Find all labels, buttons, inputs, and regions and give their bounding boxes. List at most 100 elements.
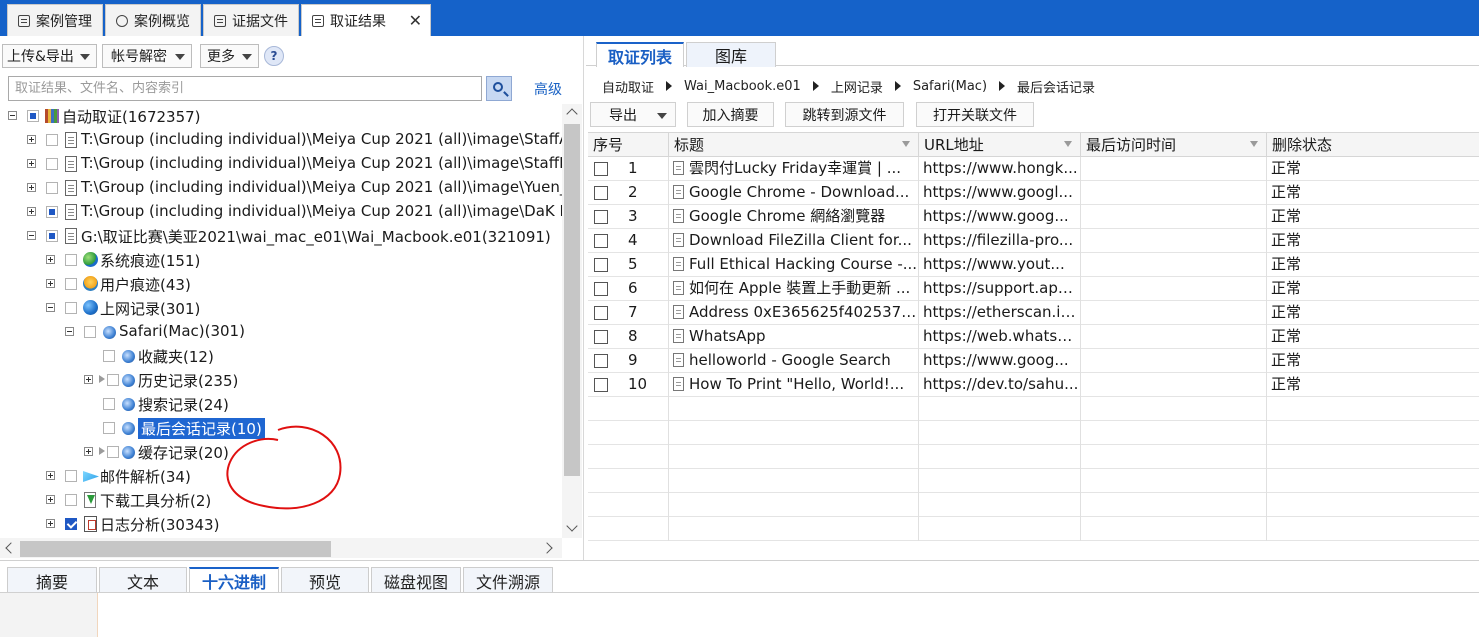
tab-text[interactable]: 文本: [99, 567, 187, 593]
tab-case-management[interactable]: 案例管理: [7, 4, 103, 36]
jump-to-source-button[interactable]: 跳转到源文件: [785, 102, 904, 127]
row-checkbox[interactable]: [594, 258, 608, 272]
scroll-thumb[interactable]: [20, 541, 331, 557]
table-row[interactable]: 10 How To Print "Hello, World!... https:…: [588, 373, 1479, 397]
tree-checkbox[interactable]: [46, 206, 58, 218]
chevron-down-icon[interactable]: [566, 520, 578, 532]
tree-checkbox[interactable]: [27, 110, 39, 122]
table-row[interactable]: 8 WhatsApp https://web.whatsa... 正常: [588, 325, 1479, 349]
row-checkbox[interactable]: [594, 354, 608, 368]
add-summary-button[interactable]: 加入摘要: [687, 102, 774, 127]
tree-checkbox[interactable]: [46, 134, 58, 146]
chevron-up-icon[interactable]: [566, 108, 578, 120]
tree-checkbox[interactable]: [65, 254, 77, 266]
table-row[interactable]: 9 helloworld - Google Search https://www…: [588, 349, 1479, 373]
tree-checkbox[interactable]: [107, 374, 119, 386]
breadcrumb-item[interactable]: 上网记录: [831, 77, 883, 96]
scroll-thumb[interactable]: [564, 124, 580, 476]
table-row[interactable]: 4 Download FileZilla Client for... https…: [588, 229, 1479, 253]
tree-node-image[interactable]: T:\Group (including individual)\Meiya Cu…: [0, 152, 562, 176]
tab-evidence-list[interactable]: 取证列表: [596, 42, 684, 67]
tree-vertical-scrollbar[interactable]: [562, 104, 582, 538]
table-row[interactable]: 6 如何在 Apple 裝置上手動更新 ... https://support.…: [588, 277, 1479, 301]
row-checkbox[interactable]: [594, 186, 608, 200]
expand-icon[interactable]: [46, 279, 55, 288]
tree-checkbox[interactable]: [103, 350, 115, 362]
column-header-url[interactable]: URL地址: [919, 133, 1081, 157]
row-checkbox[interactable]: [594, 210, 608, 224]
tree-node-logs[interactable]: 日志分析(30343): [0, 512, 560, 536]
expand-icon[interactable]: [27, 135, 36, 144]
tree-node-root[interactable]: 自动取证(1672357): [0, 104, 560, 128]
expand-icon[interactable]: [84, 447, 93, 456]
tree-checkbox[interactable]: [103, 422, 115, 434]
table-row[interactable]: 1 雲閃付Lucky Friday幸運賞 | ... https://www.h…: [588, 157, 1479, 181]
tree-node-cache[interactable]: 缓存记录(20): [0, 440, 560, 464]
tab-summary[interactable]: 摘要: [7, 567, 97, 593]
tree-node-system-traces[interactable]: 系统痕迹(151): [0, 248, 560, 272]
account-decrypt-dropdown[interactable]: 帐号解密: [102, 44, 192, 68]
tree-checkbox[interactable]: [84, 326, 96, 338]
tree-checkbox[interactable]: [103, 398, 115, 410]
search-button[interactable]: [486, 76, 512, 101]
export-dropdown[interactable]: 导出: [590, 102, 676, 127]
expand-icon[interactable]: [46, 255, 55, 264]
breadcrumb-item[interactable]: 自动取证: [602, 77, 654, 96]
advanced-search-link[interactable]: 高级: [534, 79, 562, 99]
row-checkbox[interactable]: [594, 234, 608, 248]
tree-node-image[interactable]: T:\Group (including individual)\Meiya Cu…: [0, 200, 562, 224]
expand-icon[interactable]: [27, 159, 36, 168]
tree-node-history[interactable]: 历史记录(235): [0, 368, 560, 392]
tab-evidence-files[interactable]: 证据文件: [203, 4, 299, 36]
collapse-icon[interactable]: [65, 327, 74, 336]
tab-hex[interactable]: 十六进制: [189, 567, 279, 593]
expand-icon[interactable]: [46, 495, 55, 504]
tree-node-search-records[interactable]: 搜索记录(24): [0, 392, 560, 416]
upload-export-dropdown[interactable]: 上传&导出: [2, 44, 97, 68]
help-icon[interactable]: ?: [264, 46, 284, 66]
column-header-last-visit[interactable]: 最后访问时间: [1081, 133, 1267, 157]
tab-disk-view[interactable]: 磁盘视图: [371, 567, 461, 593]
table-row[interactable]: 3 Google Chrome 網絡瀏覽器 https://www.goog..…: [588, 205, 1479, 229]
tree-node-image[interactable]: T:\Group (including individual)\Meiya Cu…: [0, 176, 562, 200]
open-related-file-button[interactable]: 打开关联文件: [916, 102, 1034, 127]
filter-icon[interactable]: [1250, 141, 1258, 147]
collapse-icon[interactable]: [27, 231, 36, 240]
expand-icon[interactable]: [27, 183, 36, 192]
table-row[interactable]: 5 Full Ethical Hacking Course -... https…: [588, 253, 1479, 277]
tree-node-download-tools[interactable]: 下载工具分析(2): [0, 488, 560, 512]
filter-icon[interactable]: [1064, 141, 1072, 147]
chevron-left-icon[interactable]: [5, 542, 17, 554]
breadcrumb-item[interactable]: Wai_Macbook.e01: [684, 79, 801, 94]
tree-checkbox[interactable]: [65, 470, 77, 482]
column-header-delete-status[interactable]: 删除状态: [1267, 133, 1479, 157]
row-checkbox[interactable]: [594, 330, 608, 344]
tab-case-overview[interactable]: 案例概览: [105, 4, 201, 36]
breadcrumb-item[interactable]: Safari(Mac): [913, 79, 987, 94]
tree-checkbox[interactable]: [65, 278, 77, 290]
tree-checkbox-checked[interactable]: [65, 518, 77, 530]
tab-file-trace[interactable]: 文件溯源: [463, 567, 553, 593]
expand-icon[interactable]: [46, 471, 55, 480]
tree-checkbox[interactable]: [107, 446, 119, 458]
close-icon[interactable]: ✕: [409, 11, 422, 30]
chevron-right-icon[interactable]: [541, 542, 553, 554]
tree-node-image[interactable]: G:\取证比赛\美亚2021\wai_mac_e01\Wai_Macbook.e…: [0, 224, 560, 248]
row-checkbox[interactable]: [594, 282, 608, 296]
search-input[interactable]: [8, 76, 482, 101]
tree-node-favorites[interactable]: 收藏夹(12): [0, 344, 560, 368]
tree-horizontal-scrollbar[interactable]: [0, 538, 562, 558]
tree-node-internet-records[interactable]: 上网记录(301): [0, 296, 560, 320]
tree-checkbox[interactable]: [46, 230, 58, 242]
tab-gallery[interactable]: 图库: [686, 42, 776, 67]
tab-forensic-results[interactable]: 取证结果 ✕: [301, 4, 431, 36]
filter-icon[interactable]: [902, 141, 910, 147]
tab-preview[interactable]: 预览: [281, 567, 369, 593]
row-checkbox[interactable]: [594, 162, 608, 176]
tree-checkbox[interactable]: [46, 158, 58, 170]
collapse-icon[interactable]: [46, 303, 55, 312]
expand-icon[interactable]: [27, 207, 36, 216]
column-header-index[interactable]: 序号: [588, 133, 669, 157]
collapse-icon[interactable]: [8, 111, 17, 120]
tree-node-user-traces[interactable]: 用户痕迹(43): [0, 272, 560, 296]
